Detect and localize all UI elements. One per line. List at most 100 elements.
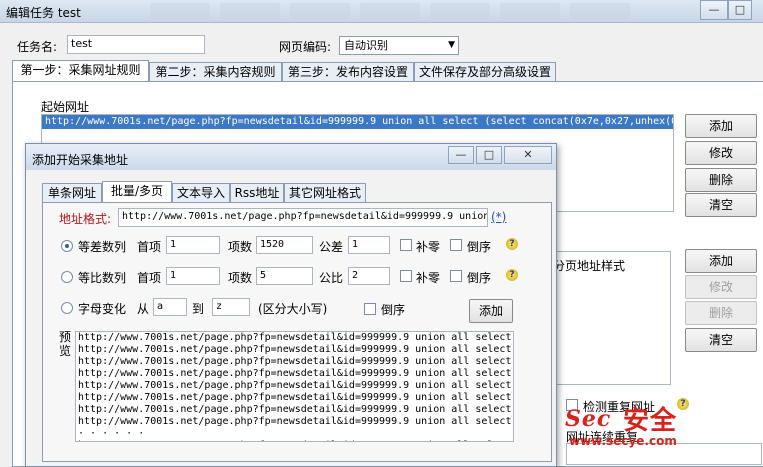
geo-pad-checkbox[interactable] [400, 270, 412, 282]
letters-from-label: 从 [137, 302, 150, 316]
geo-count-input[interactable]: 5 [256, 267, 313, 285]
bg-toolbar-item [430, 3, 490, 19]
arith-count-label: 项数 [228, 240, 253, 254]
maximize-icon: □ [483, 148, 495, 161]
arith-diff-input[interactable]: 1 [348, 236, 390, 254]
preview-line: http://www.7001s.net/page.php?fp=newsdet… [78, 332, 512, 343]
delete-page-url-button[interactable]: 删除 [685, 301, 757, 325]
letters-add-button[interactable]: 添加 [469, 299, 513, 323]
bg-toolbar-item [220, 3, 280, 19]
task-name-input[interactable]: test [67, 35, 205, 54]
tab-batch-pages[interactable]: 批量/多页 [102, 181, 172, 203]
bg-toolbar-item [570, 3, 630, 19]
dialog-title: 添加开始采集地址 [32, 153, 129, 167]
encoding-select[interactable]: 自动识别 ▼ [339, 36, 459, 55]
start-url-label: 起始网址 [41, 100, 90, 114]
add-page-url-button[interactable]: 添加 [685, 249, 757, 273]
letters-reverse-label: 倒序 [381, 303, 406, 317]
tab-single-url[interactable]: 单条网址 [42, 183, 102, 203]
letters-label: 字母变化 [78, 302, 127, 316]
tab-label: 第二步：采集内容规则 [155, 65, 276, 79]
format-input[interactable]: http://www.7001s.net/page.php?fp=newsdet… [118, 208, 488, 227]
letters-to-input[interactable]: z [212, 298, 250, 316]
page-url-style-label: 分页地址样式 [553, 259, 626, 273]
help-icon[interactable]: ? [506, 238, 518, 250]
tab-rss[interactable]: Rss地址 [230, 183, 284, 203]
bg-toolbar-item [150, 3, 210, 19]
add-url-button[interactable]: 添加 [685, 114, 757, 138]
arith-first-input[interactable]: 1 [166, 236, 220, 254]
task-name-label: 任务名: [17, 40, 58, 54]
tab-label: 第一步：采集网址规则 [20, 63, 141, 77]
geo-label: 等比数列 [78, 271, 127, 285]
help-icon[interactable]: ? [506, 269, 518, 281]
preview-label: 预览 [59, 330, 72, 358]
dialog-minimize-button[interactable]: — [448, 146, 474, 164]
bg-toolbar-item [290, 3, 350, 19]
dialog-close-button[interactable]: ✕ [504, 146, 552, 164]
geo-radio[interactable] [61, 271, 73, 283]
tab-other-format[interactable]: 其它网址格式 [284, 183, 366, 203]
clear-page-url-button[interactable]: 清空 [685, 328, 757, 352]
preview-list[interactable]: http://www.7001s.net/page.php?fp=newsdet… [75, 331, 514, 442]
tab-step1[interactable]: 第一步：采集网址规则 [12, 60, 149, 82]
bg-toolbar-item [360, 3, 420, 19]
minimize-icon: — [708, 3, 720, 16]
preview-line: http://www.7001s.net/page.php?fp=newsdet… [78, 344, 512, 355]
arith-diff-label: 公差 [319, 240, 344, 254]
window-title: 编辑任务 test [6, 6, 81, 20]
arith-count-input[interactable]: 1520 [256, 236, 313, 254]
maximize-icon: □ [734, 3, 746, 16]
close-icon: ✕ [523, 148, 533, 161]
tab-label: 第三步：发布内容设置 [287, 65, 408, 79]
tab-advanced[interactable]: 文件保存及部分高级设置 [414, 62, 556, 82]
encoding-label: 网页编码: [279, 40, 332, 54]
preview-line: http://www.7001s.net/page.php?fp=newsdet… [78, 392, 512, 403]
tab-step3[interactable]: 第三步：发布内容设置 [282, 62, 414, 82]
bg-toolbar-item [500, 3, 560, 19]
minimize-button[interactable]: — [700, 0, 728, 20]
preview-line: http://www.7001s.net/page.php?fp=newsdet… [78, 380, 512, 391]
dialog-tabs: 单条网址 批量/多页 文本导入 Rss地址 其它网址格式 [42, 181, 382, 203]
geo-ratio-input[interactable]: 2 [348, 267, 390, 285]
letters-reverse-checkbox[interactable] [364, 303, 376, 315]
geo-reverse-checkbox[interactable] [450, 270, 462, 282]
dialog-maximize-button[interactable]: □ [476, 146, 502, 164]
preview-line: · · · · · · [78, 428, 145, 439]
tab-text-import[interactable]: 文本导入 [172, 183, 230, 203]
letters-radio[interactable] [61, 302, 73, 314]
arith-reverse-checkbox[interactable] [450, 239, 462, 251]
window-titlebar: 编辑任务 test — □ [0, 0, 763, 23]
letters-from-input[interactable]: a [153, 298, 187, 316]
format-label: 地址格式: [59, 212, 112, 226]
wildcard-link[interactable]: (*) [491, 210, 506, 224]
geo-count-label: 项数 [228, 271, 253, 285]
arith-pad-label: 补零 [416, 240, 441, 254]
letters-case-note: (区分大小写) [258, 302, 328, 316]
dialog-titlebar: 添加开始采集地址 — □ ✕ [26, 144, 556, 170]
minimize-icon: — [455, 148, 467, 161]
tab-step2[interactable]: 第二步：采集内容规则 [149, 62, 282, 82]
arith-radio[interactable] [61, 240, 73, 252]
watermark-sec: Sec [565, 406, 612, 432]
background-toolbar [150, 3, 670, 19]
arith-pad-checkbox[interactable] [400, 239, 412, 251]
start-url-selected-item[interactable]: http://www.7001s.net/page.php?fp=newsdet… [42, 115, 673, 129]
chevron-down-icon: ▼ [448, 40, 455, 50]
edit-url-button[interactable]: 修改 [685, 141, 757, 165]
preview-line: http://www.7001s.net/page.php?fp=newsdet… [78, 368, 512, 379]
page-url-style-list[interactable]: 分页地址样式 [548, 251, 671, 385]
geo-reverse-label: 倒序 [467, 271, 492, 285]
geo-first-label: 首项 [137, 271, 162, 285]
geo-first-input[interactable]: 1 [166, 267, 220, 285]
preview-line: http://www.7001s.net/page.php?fp=newsdet… [78, 404, 512, 415]
encoding-value: 自动识别 [344, 39, 388, 52]
tab-label: 文本导入 [176, 186, 225, 200]
tab-label: 单条网址 [47, 186, 96, 200]
delete-url-button[interactable]: 删除 [685, 168, 757, 192]
maximize-button[interactable]: □ [728, 0, 752, 20]
clear-url-button[interactable]: 清空 [685, 193, 757, 217]
add-start-url-dialog: 添加开始采集地址 — □ ✕ 单条网址 批量/多页 文本导入 Rss地址 其它网… [25, 143, 557, 467]
edit-page-url-button[interactable]: 修改 [685, 275, 757, 299]
tab-label: 其它网址格式 [288, 186, 361, 200]
